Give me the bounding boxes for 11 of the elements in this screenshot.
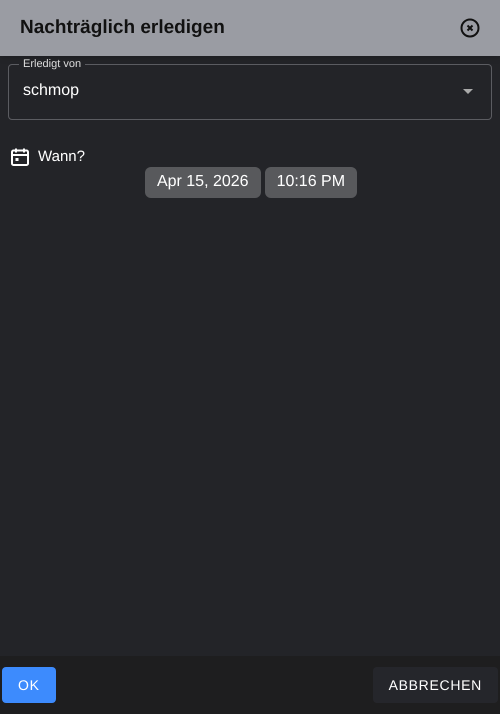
cancel-button[interactable]: ABBRECHEN: [372, 667, 498, 703]
caret-icon: [463, 88, 473, 94]
done-by-select[interactable]: Erledigt von schmop: [8, 57, 492, 120]
close-icon[interactable]: [460, 18, 480, 38]
field-label: Erledigt von: [22, 57, 82, 71]
date-button[interactable]: Apr 15, 2026: [144, 166, 261, 198]
time-button[interactable]: 10:16 PM: [264, 166, 358, 198]
when-label: Wann?: [38, 147, 85, 167]
dialog-title: Nachträglich erledigen: [20, 16, 225, 40]
field-value: schmop: [23, 81, 80, 101]
calendar-icon: [10, 147, 30, 168]
